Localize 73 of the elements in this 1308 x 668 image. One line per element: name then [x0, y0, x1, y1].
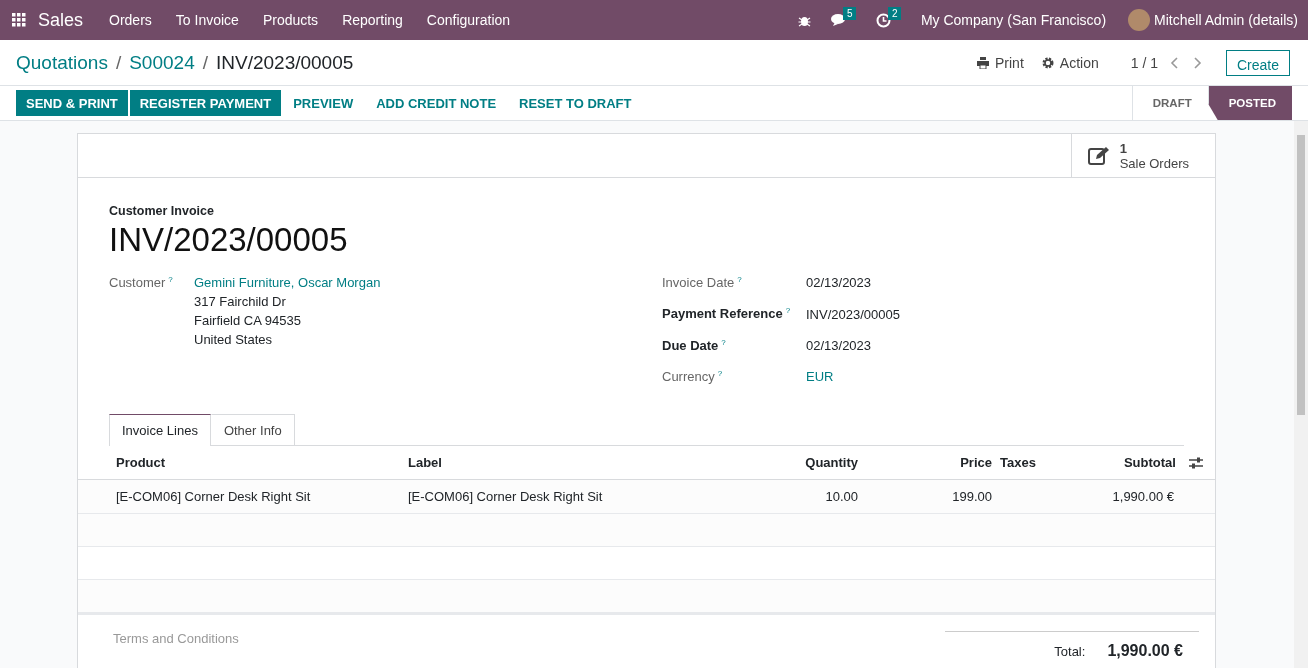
- column-header[interactable]: Subtotal: [1035, 455, 1176, 471]
- breadcrumb-separator: /: [202, 51, 208, 74]
- create-button[interactable]: Create: [1225, 49, 1290, 76]
- field-label: Due Date: [662, 338, 719, 353]
- help-tooltip[interactable]: ?: [168, 275, 173, 284]
- breadcrumb-separator: /: [115, 51, 122, 74]
- total-amount: 1,990.00 €: [1107, 642, 1183, 661]
- address-line: Fairfield CA 94535: [194, 313, 302, 328]
- customer-link[interactable]: Gemini Furniture, Oscar Morgan: [194, 275, 662, 290]
- help-tooltip[interactable]: ?: [717, 369, 723, 378]
- tab[interactable]: Other Info: [210, 414, 295, 447]
- activity-count-badge: 2: [887, 6, 902, 20]
- status-stage[interactable]: DRAFT: [1131, 86, 1208, 120]
- breadcrumb-link[interactable]: S00024: [129, 51, 195, 74]
- action-button[interactable]: REGISTER PAYMENT: [129, 90, 282, 116]
- menu-item[interactable]: To Invoice: [163, 12, 251, 28]
- app-name[interactable]: Sales: [26, 9, 98, 31]
- field-label: Payment Reference: [662, 306, 783, 322]
- printer-icon[interactable]: [977, 56, 989, 69]
- table-cell-text: [E-COM06] Corner Desk Right Sit: [408, 489, 604, 505]
- breadcrumb-current: INV/2023/00005: [216, 51, 354, 74]
- field-value[interactable]: EUR: [806, 369, 834, 385]
- action-button[interactable]: PREVIEW: [283, 90, 364, 116]
- apps-menu-icon[interactable]: [12, 13, 26, 27]
- help-tooltip[interactable]: ?: [785, 306, 791, 316]
- total-label: Total:: [1054, 644, 1086, 660]
- message-count-badge: 5: [842, 7, 857, 20]
- chat-icon[interactable]: [830, 13, 848, 27]
- field-value[interactable]: INV/2023/00005: [806, 306, 900, 322]
- action-button[interactable]: ADD CREDIT NOTE: [366, 90, 507, 116]
- field-label: Currency: [662, 369, 715, 385]
- column-header[interactable]: Price: [858, 455, 992, 471]
- action-button[interactable]: RESET TO DRAFT: [509, 90, 642, 116]
- table-cell-text: 1,990.00 €: [1111, 489, 1174, 505]
- company-switcher[interactable]: My Company (San Francisco): [908, 12, 1119, 28]
- scrollbar[interactable]: [1294, 121, 1308, 668]
- gear-icon[interactable]: [1041, 56, 1054, 69]
- pager-value: 1 / 1: [1130, 54, 1158, 71]
- field-value[interactable]: 02/13/2023: [806, 338, 872, 353]
- table-cell-text: 10.00: [824, 489, 858, 505]
- table-cell-text: 199.00: [951, 489, 992, 505]
- invoice-number: INV/2023/00005: [109, 221, 349, 259]
- address-line: 317 Fairchild Dr: [194, 294, 287, 309]
- tab[interactable]: Invoice Lines: [109, 414, 211, 447]
- address-line: United States: [194, 332, 274, 347]
- field-value[interactable]: 02/13/2023: [806, 275, 872, 291]
- status-stage[interactable]: POSTED: [1207, 86, 1292, 120]
- document-type: Customer Invoice: [109, 204, 215, 218]
- column-settings-icon[interactable]: [1189, 456, 1204, 469]
- field-label: Customer: [109, 275, 166, 291]
- field-label: Invoice Date: [662, 275, 735, 291]
- print-menu[interactable]: Print: [995, 54, 1024, 71]
- column-header[interactable]: Label: [408, 455, 748, 471]
- breadcrumb-link[interactable]: Quotations: [16, 51, 108, 74]
- column-header[interactable]: Product: [116, 455, 408, 471]
- column-header[interactable]: Taxes: [992, 455, 1036, 471]
- user-menu[interactable]: Mitchell Admin (details): [1154, 12, 1298, 28]
- help-tooltip[interactable]: ?: [737, 275, 742, 284]
- table-cell-text: [E-COM06] Corner Desk Right Sit: [116, 489, 312, 505]
- menu-item[interactable]: Reporting: [330, 12, 415, 28]
- menu-item[interactable]: Orders: [97, 12, 164, 28]
- action-button[interactable]: SEND & PRINT: [16, 90, 128, 116]
- sale-orders-label: Sale Orders: [1119, 155, 1189, 171]
- menu-item[interactable]: Configuration: [414, 12, 523, 28]
- column-header[interactable]: Quantity: [748, 455, 858, 471]
- menu-item[interactable]: Products: [250, 12, 331, 28]
- edit-icon: [1087, 145, 1110, 166]
- action-menu[interactable]: Action: [1059, 54, 1099, 71]
- clock-icon[interactable]: [875, 12, 891, 28]
- help-tooltip[interactable]: ?: [721, 337, 726, 347]
- next-icon[interactable]: [1191, 56, 1202, 69]
- previous-icon[interactable]: [1169, 56, 1180, 69]
- sale-orders-count: 1: [1119, 140, 1128, 156]
